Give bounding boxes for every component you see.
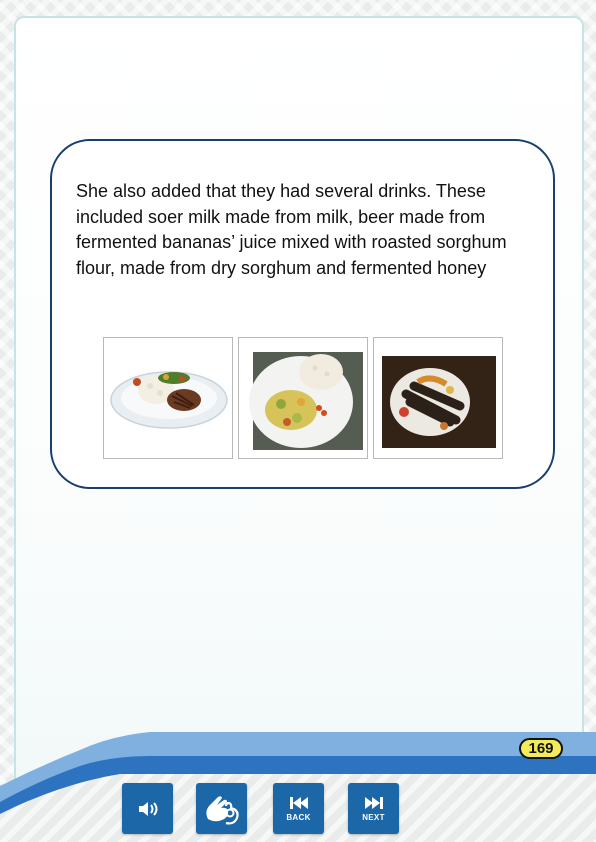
rice-meat-plate-image [103,337,233,459]
back-button[interactable]: BACK [273,783,324,834]
back-icon [289,796,308,809]
next-button-label: NEXT [362,812,385,822]
sign-language-button[interactable] [196,783,247,834]
fish-plate-image [373,337,503,459]
next-button[interactable]: NEXT [348,783,399,834]
speaker-icon [138,801,157,816]
back-button-label: BACK [286,812,311,822]
page-number-badge: 169 [519,738,563,759]
rice-vegetable-plate-image [238,337,368,459]
next-icon [364,796,383,809]
story-box: She also added that they had several dri… [50,139,555,489]
image-strip [103,337,503,463]
story-text: She also added that they had several dri… [76,181,507,278]
audio-button[interactable] [122,783,173,834]
sign-language-icon [205,795,239,825]
